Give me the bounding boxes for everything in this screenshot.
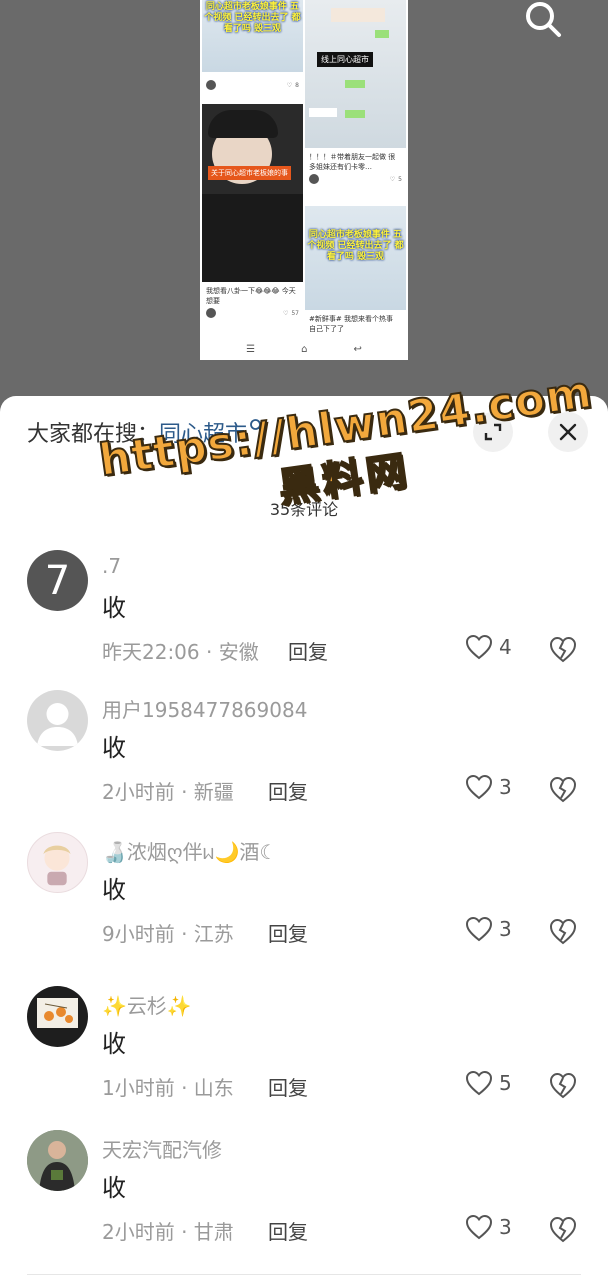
preview-nav-bar: ☰ ⌂ ↩ — [200, 338, 408, 360]
reply-button[interactable]: 回复 — [268, 1072, 308, 1101]
video-preview[interactable]: 同心超市老板娘事件 五个视频 已经转出去了 都看了吗 毁三观 ♡ 8 关于同心超… — [200, 0, 408, 360]
like-count: 3 — [499, 917, 512, 941]
heart-icon: ♡ — [282, 309, 289, 317]
comment-item: ✨云杉✨ 收 1小时前 · 山东 回复 5 — [0, 986, 608, 1126]
avatar[interactable]: 7 — [27, 550, 88, 611]
expand-icon — [484, 423, 502, 441]
like-button[interactable]: 5 — [465, 1070, 512, 1096]
cartoon-avatar-icon — [43, 845, 71, 886]
like-count: 4 — [499, 635, 512, 659]
avatar[interactable] — [27, 1130, 88, 1191]
comment-text: 收 — [102, 1030, 126, 1058]
preview-card-2[interactable]: 线上同心超市 — [305, 0, 406, 148]
like-count: 5 — [499, 1071, 512, 1095]
person-photo-icon — [27, 1130, 88, 1191]
broken-heart-icon[interactable] — [548, 634, 578, 664]
reply-button[interactable]: 回复 — [268, 776, 308, 805]
like-button[interactable]: 4 — [465, 634, 512, 660]
comment-meta: 2小时前 · 新疆 — [102, 780, 234, 804]
broken-heart-icon[interactable] — [548, 916, 578, 946]
comment-author[interactable]: ✨云杉✨ — [102, 990, 192, 1019]
comment-author[interactable]: 🍶浓烟ღ伴ᥕ🌙酒☾ — [102, 836, 277, 865]
heart-icon: ♡ — [286, 81, 293, 89]
like-button[interactable]: 3 — [465, 916, 512, 942]
comment-text: 收 — [102, 734, 126, 762]
broken-heart-icon[interactable] — [548, 1214, 578, 1244]
reply-button[interactable]: 回复 — [268, 918, 308, 947]
preview-card-4-likes: 5 — [398, 175, 402, 183]
heart-icon — [465, 1214, 493, 1240]
avatar[interactable] — [27, 832, 88, 893]
hot-search-term[interactable]: 同心超市 — [159, 416, 247, 448]
like-count: 3 — [499, 775, 512, 799]
avatar-text: 7 — [44, 557, 71, 604]
comment-sheet: 大家都在搜： 同心超市 35条评论 7 .7 收 昨天22:06 · 安徽 回复… — [0, 396, 608, 1280]
comment-item: 用户1958477869084 收 2小时前 · 新疆 回复 3 — [0, 690, 608, 830]
comment-meta: 2小时前 · 甘肃 — [102, 1220, 234, 1244]
like-button[interactable]: 3 — [465, 1214, 512, 1240]
broken-heart-icon[interactable] — [548, 1070, 578, 1100]
hot-search-label: 大家都在搜： — [27, 422, 160, 447]
comment-text: 收 — [102, 594, 126, 622]
like-button[interactable]: 3 — [465, 774, 512, 800]
default-avatar-icon — [37, 703, 78, 746]
close-button[interactable] — [548, 412, 588, 452]
avatar[interactable] — [27, 690, 88, 751]
expand-button[interactable] — [473, 412, 513, 452]
preview-card-6-likes: 57 — [291, 309, 299, 317]
divider — [27, 1274, 581, 1280]
preview-card-1[interactable]: 同心超市老板娘事件 五个视频 已经转出去了 都看了吗 毁三观 — [202, 0, 303, 72]
reply-button[interactable]: 回复 — [268, 1216, 308, 1245]
search-button[interactable] — [522, 0, 566, 44]
comment-count: 35条评论 — [269, 500, 339, 519]
preview-card-6-text: 我想看八卦一下😂😂😂 今天想要 — [206, 287, 296, 305]
reply-button[interactable]: 回复 — [288, 636, 328, 665]
comment-author[interactable]: .7 — [102, 554, 121, 578]
comment-meta: 1小时前 · 山东 — [102, 1076, 234, 1100]
back-icon: ↩ — [353, 343, 362, 355]
menu-icon: ☰ — [246, 343, 256, 355]
preview-card-3-tag: 关于同心超市老板娘的事 — [208, 166, 291, 180]
broken-heart-icon[interactable] — [548, 774, 578, 804]
comment-item: 🍶浓烟ღ伴ᥕ🌙酒☾ 收 9小时前 · 江苏 回复 3 — [0, 832, 608, 972]
avatar — [206, 308, 216, 318]
search-icon — [526, 2, 561, 37]
heart-icon — [465, 774, 493, 800]
comment-text: 收 — [102, 876, 126, 904]
comment-meta: 9小时前 · 江苏 — [102, 922, 234, 946]
preview-card-1-caption: 同心超市老板娘事件 五个视频 已经转出去了 都看了吗 毁三观 — [204, 2, 301, 34]
video-area: 同心超市老板娘事件 五个视频 已经转出去了 都看了吗 毁三观 ♡ 8 关于同心超… — [0, 0, 608, 410]
heart-icon: ♡ — [389, 175, 396, 183]
preview-card-5-caption: 同心超市老板娘事件 五个视频 已经转出去了 都看了吗 毁三观 — [307, 230, 404, 262]
heart-icon — [465, 916, 493, 942]
persimmon-painting-icon — [37, 998, 78, 1028]
hot-search-banner[interactable]: 大家都在搜： 同心超市 — [27, 416, 265, 448]
comment-author[interactable]: 用户1958477869084 — [102, 694, 307, 723]
preview-card-2-tag: 线上同心超市 — [317, 52, 373, 67]
avatar[interactable] — [27, 986, 88, 1047]
close-icon — [559, 423, 577, 441]
comment-item: 天宏汽配汽修 收 2小时前 · 甘肃 回复 3 — [0, 1130, 608, 1270]
preview-card-3[interactable]: 关于同心超市老板娘的事 — [202, 104, 303, 282]
preview-card-7-text: #新鲜事# 我想来看个热事 自己下了了 — [309, 315, 393, 333]
heart-icon — [465, 1070, 493, 1096]
avatar — [206, 80, 216, 90]
search-icon — [250, 419, 264, 433]
home-icon: ⌂ — [301, 343, 308, 355]
comment-author[interactable]: 天宏汽配汽修 — [102, 1134, 222, 1163]
comment-text: 收 — [102, 1174, 126, 1202]
avatar — [309, 174, 319, 184]
preview-card-4-text: ！！！＃带着朋友一起做 很多姐妹还有们卡零… — [309, 153, 396, 171]
heart-icon — [465, 634, 493, 660]
comment-meta: 昨天22:06 · 安徽 — [102, 640, 259, 664]
preview-card-1-likes: 8 — [295, 81, 299, 89]
like-count: 3 — [499, 1215, 512, 1239]
preview-card-5[interactable]: 同心超市老板娘事件 五个视频 已经转出去了 都看了吗 毁三观 — [305, 206, 406, 310]
comment-item: 7 .7 收 昨天22:06 · 安徽 回复 4 — [0, 550, 608, 690]
